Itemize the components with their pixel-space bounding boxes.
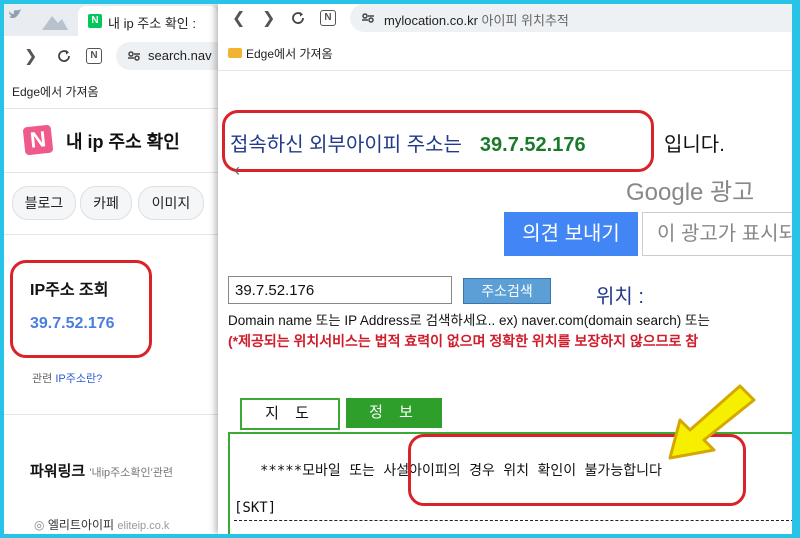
external-ip-suffix: 입니다. [664,134,725,156]
ad-site-name[interactable]: 엘리트아이피 [48,518,114,532]
address-bar: ❮ ❯ N mylocation.co.kr 아이피 위치추적 [218,4,792,36]
twitter-icon [9,9,21,19]
tab-title: 내 ip 주소 확인 : [108,16,196,31]
naver-icon: N [88,14,102,28]
google-ads-label: Google 광고 [626,179,755,206]
powerlink-heading: 파워링크 '내ip주소확인'관련 [30,460,173,481]
folder-icon [228,48,242,58]
location-label: 위치 : [596,286,644,308]
screenshot-frame: N 내 ip 주소 확인 : ❯ N search.nav Edge에서 가져옴… [4,4,792,534]
what-is-ip-link[interactable]: IP주소란? [55,373,102,385]
feedback-button[interactable]: 의견 보내기 [504,212,638,256]
ip-search-input[interactable]: 39.7.52.176 [228,276,452,304]
powerlink-label: 파워링크 [30,463,86,480]
reload-icon[interactable] [290,10,306,26]
site-info-icon[interactable] [126,48,142,64]
tab-favicon-image [42,16,68,30]
chip-image[interactable]: 이미지 [138,186,204,220]
naver-mini-icon[interactable]: N [320,10,336,26]
divider [4,172,218,173]
disclaimer-warning: (*제공되는 위치서비스는 법적 효력이 없으며 정확한 위치를 보장하지 않으… [228,333,699,349]
related-link-row: 관련 IP주소란? [32,370,102,386]
url-domain: mylocation.co.kr [384,13,478,28]
bookmark-edge-import[interactable]: Edge에서 가져옴 [12,83,99,100]
chevron-left-icon[interactable]: ‹ [234,160,240,181]
tab-naver[interactable]: N 내 ip 주소 확인 : [78,6,218,36]
back-browser-window: N 내 ip 주소 확인 : ❯ N search.nav Edge에서 가져옴… [4,4,218,534]
naver-n-logo: N [22,124,54,156]
site-info-icon[interactable] [360,10,376,26]
address-search-button[interactable]: 주소검색 [463,278,551,304]
powerlink-sub: '내ip주소확인'관련 [89,467,173,479]
globe-icon: ◎ [34,518,45,532]
ad-site-url[interactable]: eliteip.co.k [117,520,169,532]
forward-icon[interactable]: ❯ [24,46,37,66]
page-title: 내 ip 주소 확인 [66,132,180,152]
highlight-box-ip-card [10,260,152,358]
tab-bar: N 내 ip 주소 확인 : [4,4,218,36]
url-field[interactable]: mylocation.co.kr 아이피 위치추적 [350,4,792,32]
yellow-arrow-icon [668,384,756,460]
back-icon[interactable]: ❮ [232,8,245,28]
divider [4,234,218,235]
divider [4,414,218,415]
carrier-skt: [SKT] [234,500,277,516]
tab-info[interactable]: 정 보 [346,398,442,428]
tab-map[interactable]: 지 도 [240,398,340,430]
search-hint: Domain name 또는 IP Address로 검색하세요.. ex) n… [228,313,710,328]
address-bar: ❯ N search.nav [4,36,218,76]
divider [218,70,792,71]
naver-mini-icon[interactable]: N [86,48,102,64]
hide-ad-button[interactable]: 이 광고가 표시되 [642,212,792,256]
bookmark-edge-import[interactable]: Edge에서 가져옴 [246,45,333,62]
chip-cafe[interactable]: 카페 [80,186,132,220]
url-text: mylocation.co.kr 아이피 위치추적 [384,10,569,29]
forward-icon[interactable]: ❯ [262,8,275,28]
divider [4,108,218,109]
ad-eliteip[interactable]: ◎ 엘리트아이피 eliteip.co.k [34,516,169,533]
reload-icon[interactable] [56,48,72,64]
url-page-title: 아이피 위치추적 [481,13,569,28]
chip-blog[interactable]: 블로그 [12,186,76,220]
dashed-divider [234,520,792,521]
related-prefix: 관련 [32,373,53,385]
front-browser-window: ❮ ❯ N mylocation.co.kr 아이피 위치추적 Edge에서 가… [218,4,792,534]
highlight-box-ip-line [222,110,654,172]
url-field[interactable]: search.nav [116,42,218,70]
url-text: search.nav [148,48,212,63]
